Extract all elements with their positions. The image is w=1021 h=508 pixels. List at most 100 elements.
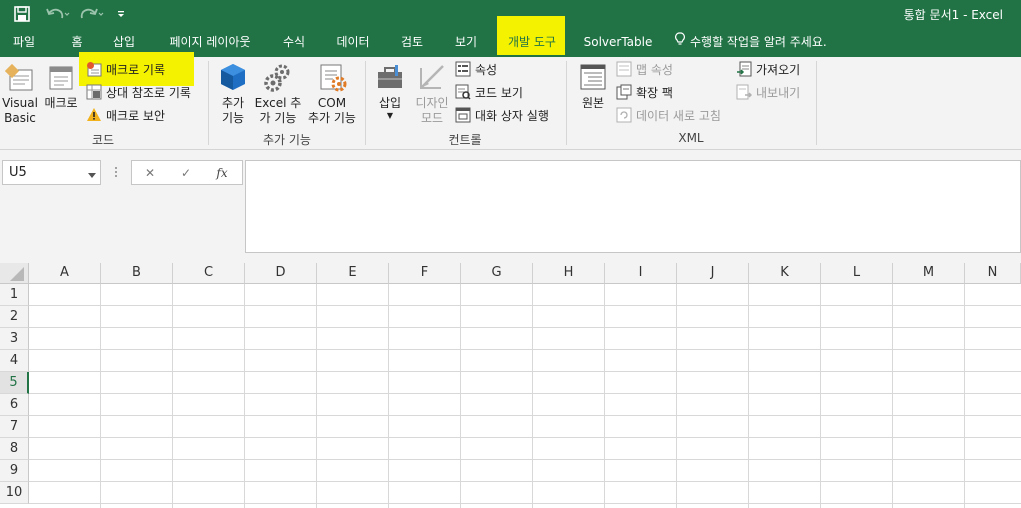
- gears-icon: [262, 61, 294, 93]
- import-icon: [736, 61, 752, 77]
- redo-icon[interactable]: [78, 3, 106, 25]
- map-properties-icon: [616, 61, 632, 77]
- column-header-l[interactable]: L: [821, 263, 893, 284]
- relative-reference-button[interactable]: 상대 참조로 기록: [86, 82, 191, 102]
- tell-me-box[interactable]: 수행할 작업을 알려 주세요.: [674, 28, 850, 57]
- visual-basic-label-2: Basic: [4, 111, 36, 125]
- column-header-d[interactable]: D: [245, 263, 317, 284]
- group-label-addins: 추가 기능: [263, 133, 311, 147]
- expansion-packs-icon: [616, 84, 632, 100]
- export-icon: [736, 84, 752, 100]
- design-mode-button[interactable]: 디자인 모드: [412, 61, 452, 126]
- com-addins-label-2: 추가 기능: [308, 111, 356, 125]
- tab-developer[interactable]: 개발 도구: [494, 28, 570, 57]
- column-header-e[interactable]: E: [317, 263, 389, 284]
- map-properties-label: 맵 속성: [636, 62, 673, 77]
- design-mode-icon: [416, 61, 448, 93]
- properties-button[interactable]: 속성: [455, 59, 497, 79]
- insert-control-label: 삽입: [378, 96, 402, 110]
- import-label: 가져오기: [756, 62, 801, 77]
- toolbox-icon: [374, 61, 406, 93]
- warning-icon: [86, 107, 102, 123]
- macro-security-button[interactable]: 매크로 보안: [86, 105, 165, 125]
- record-macro-button[interactable]: 매크로 기록: [86, 59, 165, 79]
- column-header-b[interactable]: B: [101, 263, 173, 284]
- export-button[interactable]: 내보내기: [736, 82, 800, 102]
- group-separator: [816, 61, 817, 145]
- expansion-packs-button[interactable]: 확장 팩: [616, 82, 673, 102]
- row-header-9[interactable]: 9: [0, 460, 29, 482]
- insert-control-button[interactable]: 삽입 ▼: [372, 61, 408, 121]
- addins-button[interactable]: 추가 기능: [216, 61, 250, 126]
- import-button[interactable]: 가져오기: [736, 59, 800, 79]
- customize-toolbar-icon[interactable]: [114, 3, 128, 25]
- tab-file[interactable]: 파일: [2, 28, 46, 57]
- formula-bar-grip-icon[interactable]: [114, 166, 118, 178]
- refresh-data-button[interactable]: 데이터 새로 고침: [616, 105, 721, 125]
- row-header-2[interactable]: 2: [0, 306, 29, 328]
- addins-label-2: 기능: [221, 111, 245, 125]
- undo-icon[interactable]: [44, 3, 72, 25]
- row-header-6[interactable]: 6: [0, 394, 29, 416]
- row-header-10[interactable]: 10: [0, 482, 29, 504]
- com-addins-label-1: COM: [317, 96, 347, 110]
- ribbon-developer: Visual Basic 매크로 매크로 기록 상대 참조로 기록 매크로 보안…: [0, 52, 1021, 150]
- design-mode-label-1: 디자인: [415, 96, 449, 110]
- column-header-j[interactable]: J: [677, 263, 749, 284]
- view-code-button[interactable]: 코드 보기: [455, 82, 523, 102]
- relative-reference-label: 상대 참조로 기록: [106, 85, 191, 100]
- properties-label: 속성: [475, 62, 498, 77]
- tab-view[interactable]: 보기: [446, 28, 486, 57]
- name-box[interactable]: U5: [2, 160, 101, 185]
- row-header-8[interactable]: 8: [0, 438, 29, 460]
- run-dialog-icon: [455, 107, 471, 123]
- row-header-1[interactable]: 1: [0, 284, 29, 306]
- visual-basic-button[interactable]: Visual Basic: [2, 61, 38, 126]
- cancel-icon[interactable]: ✕: [140, 164, 160, 182]
- record-macro-icon: [86, 61, 102, 77]
- refresh-data-label: 데이터 새로 고침: [636, 108, 721, 123]
- tab-solvertable[interactable]: SolverTable: [580, 28, 656, 57]
- xml-source-button[interactable]: 원본: [574, 61, 612, 111]
- tab-review[interactable]: 검토: [392, 28, 432, 57]
- insert-function-icon[interactable]: fx: [212, 164, 232, 182]
- run-dialog-button[interactable]: 대화 상자 실행: [455, 105, 549, 125]
- enter-icon[interactable]: ✓: [176, 164, 196, 182]
- column-header-n[interactable]: N: [965, 263, 1021, 284]
- row-header-3[interactable]: 3: [0, 328, 29, 350]
- column-header-g[interactable]: G: [461, 263, 533, 284]
- map-properties-button[interactable]: 맵 속성: [616, 59, 673, 79]
- tab-data[interactable]: 데이터: [328, 28, 378, 57]
- macro-button[interactable]: 매크로: [42, 61, 80, 111]
- relative-reference-icon: [86, 84, 102, 100]
- com-addins-icon: [316, 61, 348, 93]
- com-addins-button[interactable]: COM 추가 기능: [304, 61, 360, 126]
- tab-formulas[interactable]: 수식: [274, 28, 314, 57]
- column-header-c[interactable]: C: [173, 263, 245, 284]
- lightbulb-icon: [674, 28, 686, 57]
- visual-basic-icon: [4, 61, 36, 93]
- row-header-7[interactable]: 7: [0, 416, 29, 438]
- excel-addins-button[interactable]: Excel 추 가 기능: [254, 61, 302, 126]
- cell-area[interactable]: [29, 284, 1021, 508]
- row-header-4[interactable]: 4: [0, 350, 29, 372]
- formula-input[interactable]: [245, 160, 1021, 253]
- column-header-i[interactable]: I: [605, 263, 677, 284]
- name-box-dropdown-icon[interactable]: [88, 168, 96, 182]
- column-header-h[interactable]: H: [533, 263, 605, 284]
- properties-icon: [455, 61, 471, 77]
- save-icon[interactable]: [10, 3, 34, 25]
- run-dialog-label: 대화 상자 실행: [475, 108, 549, 123]
- group-label-controls: 컨트롤: [448, 133, 482, 147]
- column-header-k[interactable]: K: [749, 263, 821, 284]
- excel-addins-label-1: Excel 추: [254, 96, 302, 110]
- column-header-a[interactable]: A: [29, 263, 101, 284]
- select-all-corner[interactable]: [0, 263, 29, 284]
- column-header-m[interactable]: M: [893, 263, 965, 284]
- row-header-5[interactable]: 5: [0, 372, 29, 394]
- column-header-f[interactable]: F: [389, 263, 461, 284]
- chevron-down-icon: ▼: [386, 111, 394, 120]
- macro-icon: [45, 61, 77, 93]
- formula-buttons: ✕ ✓ fx: [131, 160, 243, 185]
- formula-bar-area: U5 ✕ ✓ fx: [0, 150, 1021, 263]
